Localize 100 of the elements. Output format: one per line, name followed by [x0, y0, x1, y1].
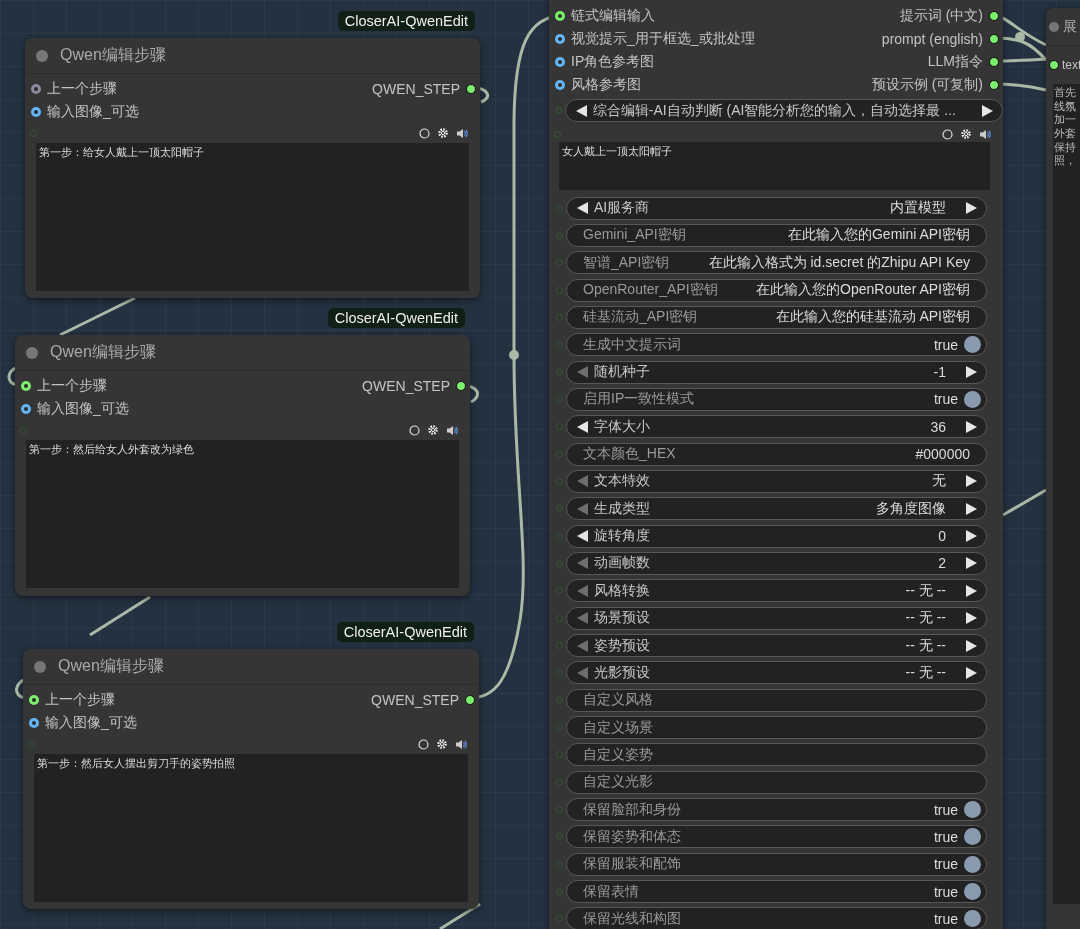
- toggle-knob[interactable]: [964, 336, 981, 354]
- input-slot[interactable]: [21, 380, 31, 391]
- input-slot[interactable]: [555, 10, 565, 21]
- dropdown-selector[interactable]: 文本特效 无: [566, 469, 987, 493]
- settings-icon[interactable]: [427, 424, 439, 436]
- text-input-field[interactable]: 自定义姿势: [566, 743, 987, 767]
- left-arrow-icon[interactable]: [577, 202, 588, 214]
- output-slot[interactable]: [465, 694, 475, 705]
- right-arrow-icon[interactable]: [966, 584, 977, 597]
- right-arrow-icon[interactable]: [982, 104, 993, 117]
- dropdown-selector[interactable]: 旋转角度 0: [566, 524, 987, 548]
- right-arrow-icon[interactable]: [966, 612, 977, 625]
- text-input-field[interactable]: OpenRouter_API密钥 在此输入您的OpenRouter API密钥: [566, 278, 987, 302]
- circle-icon[interactable]: [942, 128, 953, 140]
- right-arrow-icon[interactable]: [966, 557, 977, 570]
- text-input-field[interactable]: 自定义光影: [566, 770, 987, 794]
- prompt-text-area[interactable]: 第一步：给女人戴上一顶太阳帽子: [36, 143, 469, 291]
- input-slot[interactable]: [31, 106, 41, 117]
- dropdown-selector[interactable]: 动画帧数 2: [566, 552, 987, 575]
- prompt-text-area[interactable]: 第一步：然后女人摆出剪刀手的姿势拍照: [34, 754, 468, 902]
- text-input-field[interactable]: 硅基流动_API密钥 在此输入您的硅基流动 API密钥: [566, 305, 987, 329]
- toggle-knob[interactable]: [964, 828, 981, 846]
- dropdown-selector[interactable]: AI服务商 内置模型: [566, 196, 987, 220]
- left-arrow-icon[interactable]: [577, 420, 588, 433]
- dropdown-selector[interactable]: 光影预设 -- 无 --: [566, 661, 987, 685]
- dropdown-selector[interactable]: 生成类型 多角度图像: [566, 497, 987, 521]
- dropdown-selector[interactable]: 随机种子 -1: [566, 360, 987, 384]
- output-slot[interactable]: [989, 56, 999, 67]
- title-dot[interactable]: [26, 346, 38, 359]
- output-label: LLM指令: [927, 52, 983, 71]
- text-area[interactable]: 首先 线氛 加一 外套 保持 照，: [1053, 84, 1080, 904]
- toggle-knob[interactable]: [964, 883, 981, 901]
- circle-icon[interactable]: [409, 424, 420, 436]
- right-arrow-icon[interactable]: [966, 530, 977, 543]
- title-dot[interactable]: [1049, 21, 1059, 32]
- field-label: 自定义风格: [583, 691, 653, 710]
- toggle-switch[interactable]: 保留服装和配饰 true: [566, 852, 987, 876]
- toggle-knob[interactable]: [964, 801, 981, 819]
- field-label: 文本颜色_HEX: [583, 445, 676, 464]
- circle-icon[interactable]: [419, 127, 430, 139]
- prompt-text-area[interactable]: 第一步：然后给女人外套改为绿色: [26, 440, 459, 588]
- input-slot[interactable]: [21, 403, 31, 414]
- field-value: true: [933, 801, 958, 818]
- toggle-knob[interactable]: [964, 910, 981, 928]
- dropdown-selector[interactable]: 场景预设 -- 无 --: [566, 606, 987, 630]
- circle-icon[interactable]: [418, 738, 429, 750]
- settings-icon[interactable]: [960, 128, 972, 141]
- input-slot[interactable]: [555, 56, 565, 67]
- right-arrow-icon[interactable]: [966, 366, 977, 379]
- output-slot[interactable]: [989, 79, 999, 90]
- input-slot[interactable]: [29, 694, 39, 705]
- dropdown-selector[interactable]: 字体大小 36: [566, 415, 987, 439]
- text-input-field[interactable]: 智谱_API密钥 在此输入格式为 id.secret 的Zhipu API Key: [566, 251, 987, 275]
- prompt-text-area[interactable]: 女人戴上一顶太阳帽子: [559, 142, 990, 191]
- right-arrow-icon[interactable]: [966, 502, 977, 515]
- connection-wire: [89, 595, 151, 637]
- text-input-field[interactable]: 自定义场景: [566, 716, 987, 740]
- right-arrow-icon[interactable]: [966, 475, 977, 488]
- speaker-icon[interactable]: [456, 127, 468, 139]
- toggle-knob[interactable]: [964, 390, 981, 408]
- toggle-switch[interactable]: 保留脸部和身份 true: [566, 798, 987, 822]
- output-slot[interactable]: [466, 83, 476, 94]
- connection-wire: [439, 902, 481, 929]
- text-input-field[interactable]: Gemini_API密钥 在此输入您的Gemini API密钥: [566, 223, 987, 247]
- left-arrow-icon[interactable]: [575, 104, 587, 117]
- reroute-dot[interactable]: [1015, 32, 1025, 42]
- field-label: 风格转换: [594, 581, 650, 600]
- output-slot[interactable]: [989, 10, 999, 21]
- dropdown-selector[interactable]: 风格转换 -- 无 --: [566, 579, 987, 603]
- right-arrow-icon[interactable]: [966, 420, 977, 433]
- input-slot[interactable]: [555, 79, 565, 90]
- output-label: QWEN_STEP: [371, 691, 459, 708]
- text-input-field[interactable]: 文本颜色_HEX #000000: [566, 442, 987, 466]
- title-dot[interactable]: [36, 49, 48, 62]
- reroute-dot[interactable]: [509, 350, 519, 360]
- title-dot[interactable]: [34, 660, 46, 673]
- input-slot[interactable]: [29, 717, 39, 728]
- output-slot[interactable]: [456, 380, 466, 391]
- settings-icon[interactable]: [436, 738, 448, 750]
- speaker-icon[interactable]: [446, 424, 458, 436]
- dropdown-selector[interactable]: 综合编辑-AI自动判断 (AI智能分析您的输入，自动选择最 ...: [564, 99, 1003, 123]
- input-slot[interactable]: [1049, 59, 1059, 70]
- toggle-switch[interactable]: 保留姿势和体态 true: [566, 825, 987, 849]
- dropdown-selector[interactable]: 姿势预设 -- 无 --: [566, 634, 987, 657]
- right-arrow-icon[interactable]: [966, 666, 977, 679]
- toggle-knob[interactable]: [964, 855, 981, 873]
- input-slot[interactable]: [555, 33, 565, 44]
- speaker-icon[interactable]: [455, 738, 467, 750]
- toggle-switch[interactable]: 生成中文提示词 true: [566, 333, 987, 357]
- text-input-field[interactable]: 自定义风格: [566, 688, 987, 712]
- right-arrow-icon[interactable]: [966, 639, 977, 652]
- left-arrow-icon[interactable]: [577, 530, 588, 543]
- toggle-switch[interactable]: 保留表情 true: [566, 880, 987, 904]
- settings-icon[interactable]: [437, 127, 449, 139]
- right-arrow-icon[interactable]: [966, 202, 977, 214]
- toggle-switch[interactable]: 启用IP一致性模式 true: [566, 387, 987, 411]
- output-slot[interactable]: [989, 33, 999, 44]
- input-slot[interactable]: [31, 83, 41, 94]
- speaker-icon[interactable]: [979, 128, 991, 140]
- toggle-switch[interactable]: 保留光线和构图 true: [566, 907, 987, 929]
